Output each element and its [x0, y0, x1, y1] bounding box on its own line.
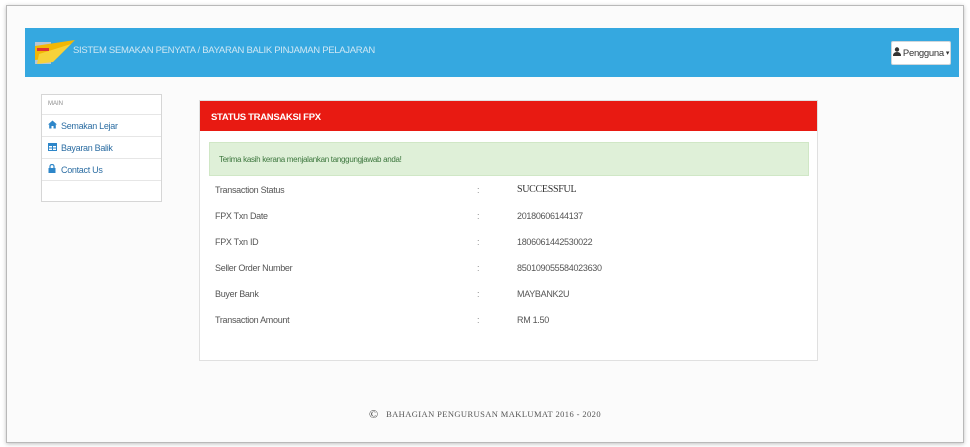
detail-row-transaction-status: Transaction Status : SUCCESSFUL — [200, 179, 817, 205]
sidebar-title: MAIN — [42, 95, 161, 115]
detail-label: Seller Order Number — [215, 263, 293, 273]
detail-label: Transaction Status — [215, 185, 285, 195]
detail-row-fpx-txn-id: FPX Txn ID : 1806061442530022 — [200, 231, 817, 257]
user-menu-label: Pengguna — [902, 47, 944, 59]
detail-row-transaction-amount: Transaction Amount : RM 1.50 — [200, 309, 817, 335]
user-menu-button[interactable]: Pengguna ▾ — [891, 41, 951, 65]
transaction-details: Transaction Status : SUCCESSFUL FPX Txn … — [200, 179, 817, 335]
footer-text: BAHAGIAN PENGURUSAN MAKLUMAT 2016 - 2020 — [386, 409, 601, 419]
detail-separator: : — [477, 237, 480, 247]
home-icon — [48, 120, 58, 131]
app-brand-title[interactable]: SISTEM SEMAKAN PENYATA / BAYARAN BALIK P… — [73, 45, 375, 56]
sidebar-item-contact-us[interactable]: Contact Us — [42, 159, 161, 181]
detail-row-fpx-txn-date: FPX Txn Date : 20180606144137 — [200, 205, 817, 231]
table-icon — [48, 142, 58, 153]
detail-separator: : — [477, 185, 480, 195]
copyright-icon: © — [369, 407, 379, 421]
caret-down-icon: ▾ — [945, 50, 950, 57]
transaction-status-panel: STATUS TRANSAKSI FPX Terima kasih kerana… — [199, 100, 818, 361]
detail-value: 20180606144137 — [517, 211, 583, 221]
sidebar: MAIN Semakan Lejar Bayaran Balik Contact… — [41, 94, 162, 202]
detail-value: 1806061442530022 — [517, 237, 593, 247]
detail-row-buyer-bank: Buyer Bank : MAYBANK2U — [200, 283, 817, 309]
lock-icon — [48, 163, 58, 175]
success-alert: Terima kasih kerana menjalankan tanggung… — [209, 142, 809, 176]
sidebar-item-semakan-lejar[interactable]: Semakan Lejar — [42, 115, 161, 137]
detail-value: SUCCESSFUL — [517, 184, 577, 195]
panel-title: STATUS TRANSAKSI FPX — [200, 101, 817, 131]
detail-row-seller-order-number: Seller Order Number : 850109055584023630 — [200, 257, 817, 283]
detail-value: MAYBANK2U — [517, 289, 570, 299]
detail-separator: : — [477, 289, 480, 299]
top-navbar: SISTEM SEMAKAN PENYATA / BAYARAN BALIK P… — [25, 28, 959, 77]
detail-value: RM 1.50 — [517, 315, 549, 325]
detail-separator: : — [477, 263, 480, 273]
detail-label: FPX Txn ID — [215, 237, 259, 247]
sidebar-item-label: Semakan Lejar — [61, 120, 118, 131]
detail-label: FPX Txn Date — [215, 211, 268, 221]
detail-label: Transaction Amount — [215, 315, 290, 325]
sidebar-item-label: Contact Us — [61, 164, 103, 175]
detail-separator: : — [477, 211, 480, 221]
detail-label: Buyer Bank — [215, 289, 259, 299]
sidebar-item-label: Bayaran Balik — [61, 142, 113, 153]
sidebar-item-bayaran-balik[interactable]: Bayaran Balik — [42, 137, 161, 159]
ptptn-logo-icon — [35, 40, 75, 64]
detail-separator: : — [477, 315, 480, 325]
detail-value: 850109055584023630 — [517, 263, 602, 273]
user-icon — [892, 47, 901, 59]
browser-frame: SISTEM SEMAKAN PENYATA / BAYARAN BALIK P… — [6, 5, 964, 443]
page-footer: © BAHAGIAN PENGURUSAN MAKLUMAT 2016 - 20… — [7, 407, 963, 422]
